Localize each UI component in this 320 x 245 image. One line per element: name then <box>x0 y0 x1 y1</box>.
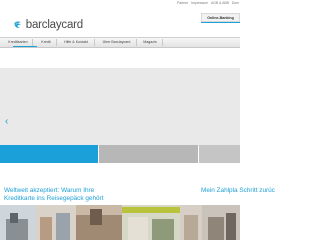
carousel-tab-2[interactable] <box>99 145 198 163</box>
teaser-thumbnail[interactable] <box>180 205 202 240</box>
nav-item-hilfe-kontakt[interactable]: Hilfe & Kontakt <box>60 38 92 47</box>
nav-divider <box>94 39 95 46</box>
logo-text: barclaycard <box>25 19 83 31</box>
nav-item-kredit[interactable]: Kredit <box>38 38 54 47</box>
nav-divider <box>32 39 33 46</box>
top-link-impressum[interactable]: Impressum <box>191 1 208 5</box>
nav-divider <box>162 39 163 46</box>
barclaycard-eagle-icon <box>14 21 22 28</box>
online-banking-accent-line <box>201 22 240 23</box>
teaser-thumbnail-image <box>6 213 28 240</box>
teaser-headline-1[interactable]: Weltweit akzeptiert: Warum Ihre Kreditka… <box>4 187 114 202</box>
top-links: Partner Impressum AGB & ABB Dom <box>175 1 239 5</box>
online-banking-button[interactable]: Online-Banking <box>201 13 240 22</box>
teaser-headline-2[interactable]: Mein Zahlpla Schritt zurüc <box>201 187 275 195</box>
top-utility-bar: Partner Impressum AGB & ABB Dom <box>0 0 240 9</box>
teaser-thumbnail[interactable] <box>36 205 76 240</box>
teaser-thumbnail[interactable] <box>122 205 180 240</box>
barclaycard-logo[interactable]: barclaycard <box>13 14 83 36</box>
nav-item-magazin[interactable]: Magazin <box>140 38 160 47</box>
teaser-thumbnail-image <box>122 207 180 240</box>
teaser-thumbnail-image <box>184 215 198 240</box>
top-link-dom[interactable]: Dom <box>232 1 239 5</box>
teaser-thumbnail[interactable] <box>202 205 240 240</box>
nav-item-ueber-barclaycard[interactable]: Über Barclaycard <box>99 38 134 47</box>
teaser-thumbnails <box>0 205 240 240</box>
teaser-thumbnail-image <box>40 213 70 240</box>
carousel-tab-1[interactable] <box>0 145 98 163</box>
nav-active-indicator <box>13 46 37 47</box>
nav-divider <box>136 39 137 46</box>
teaser-thumbnail[interactable] <box>0 205 36 240</box>
top-link-partner[interactable]: Partner <box>177 1 188 5</box>
teaser-thumbnail[interactable] <box>76 205 122 240</box>
teaser-thumbnail-image <box>208 213 236 240</box>
chevron-left-icon[interactable]: ‹ <box>5 117 8 127</box>
teaser-thumbnail-image <box>76 209 122 240</box>
top-link-agb[interactable]: AGB & ABB <box>211 1 229 5</box>
hero-carousel <box>0 68 240 146</box>
carousel-tabs <box>0 145 240 163</box>
carousel-tab-3[interactable] <box>199 145 240 163</box>
nav-divider <box>56 39 57 46</box>
